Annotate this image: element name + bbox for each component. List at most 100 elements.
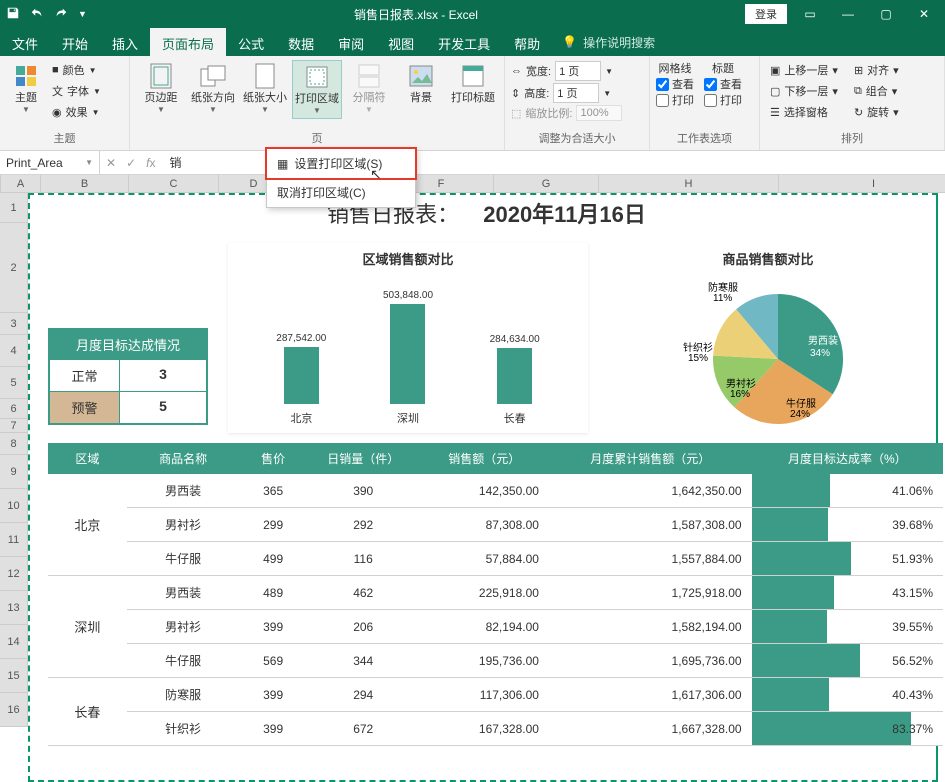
sheet-canvas[interactable]: 销售日报表： 2020年11月16日 月度目标达成情况 正常3 预警5 区域销售… bbox=[28, 193, 945, 782]
row-header[interactable]: 1 bbox=[0, 193, 28, 223]
send-backward-button[interactable]: ▢下移一层 ▾ bbox=[766, 81, 842, 101]
row-header[interactable]: 8 bbox=[0, 433, 28, 455]
title-bar: ▼ 销售日报表.xlsx - Excel 登录 ▭ — ▢ ✕ bbox=[0, 0, 945, 28]
row-header[interactable]: 4 bbox=[0, 335, 28, 367]
print-area-icon bbox=[303, 63, 331, 91]
tab-file[interactable]: 文件 bbox=[0, 28, 50, 56]
maximize-icon[interactable]: ▢ bbox=[871, 7, 901, 21]
status-summary-box: 月度目标达成情况 正常3 预警5 bbox=[48, 328, 208, 425]
rotate-icon: ↻ bbox=[854, 106, 863, 119]
row-header[interactable]: 9 bbox=[0, 455, 28, 489]
qat-more-icon[interactable]: ▼ bbox=[78, 9, 87, 19]
print-titles-icon bbox=[459, 62, 487, 90]
rotate-button[interactable]: ↻旋转 ▾ bbox=[850, 102, 903, 122]
selection-pane-button[interactable]: ☰选择窗格 bbox=[766, 102, 842, 122]
themes-button[interactable]: 主题▼ bbox=[6, 60, 46, 117]
pie-chart[interactable]: 商品销售额对比 男西装34% 牛仔服24% 男衬衫16% 针织衫15% 防寒服1… bbox=[608, 243, 928, 433]
col-header[interactable]: H bbox=[599, 175, 779, 192]
tab-insert[interactable]: 插入 bbox=[100, 28, 150, 56]
col-header[interactable]: B bbox=[41, 175, 129, 192]
arrange-group-label: 排列 bbox=[766, 128, 938, 148]
bring-forward-button[interactable]: ▣上移一层 ▾ bbox=[766, 60, 842, 80]
fonts-button[interactable]: 文字体 ▼ bbox=[48, 81, 105, 101]
bar-chart[interactable]: 区域销售额对比 287,542.00503,848.00284,634.00 北… bbox=[228, 243, 588, 433]
tab-review[interactable]: 审阅 bbox=[326, 28, 376, 56]
enter-icon[interactable]: ✓ bbox=[126, 156, 136, 170]
orientation-button[interactable]: 纸张方向▼ bbox=[188, 60, 238, 117]
svg-text:男西装: 男西装 bbox=[808, 334, 838, 347]
col-header[interactable]: A bbox=[1, 175, 41, 192]
col-header[interactable]: I bbox=[779, 175, 945, 192]
headings-print-checkbox[interactable]: 打印 bbox=[704, 92, 742, 108]
scale-input[interactable]: 100% bbox=[576, 105, 622, 121]
tab-view[interactable]: 视图 bbox=[376, 28, 426, 56]
colors-button[interactable]: ■颜色 ▼ bbox=[48, 60, 105, 80]
row-header[interactable]: 12 bbox=[0, 557, 28, 591]
col-header[interactable]: C bbox=[129, 175, 219, 192]
login-button[interactable]: 登录 bbox=[745, 4, 787, 24]
undo-icon[interactable] bbox=[30, 6, 44, 23]
clear-print-area-item[interactable]: 取消打印区域(C) bbox=[267, 178, 415, 207]
tab-formulas[interactable]: 公式 bbox=[226, 28, 276, 56]
backward-icon: ▢ bbox=[770, 85, 780, 98]
gridlines-print-checkbox[interactable]: 打印 bbox=[656, 92, 694, 108]
effects-button[interactable]: ◉效果 ▼ bbox=[48, 102, 105, 122]
close-icon[interactable]: ✕ bbox=[909, 7, 939, 21]
set-print-area-item[interactable]: ▦设置打印区域(S) bbox=[265, 147, 417, 180]
breaks-button[interactable]: 分隔符▼ bbox=[344, 60, 394, 117]
row-header[interactable]: 15 bbox=[0, 659, 28, 693]
table-header: 区域 bbox=[48, 443, 127, 474]
row-header[interactable]: 14 bbox=[0, 625, 28, 659]
ribbon-options-icon[interactable]: ▭ bbox=[795, 7, 825, 21]
background-button[interactable]: 背景 bbox=[396, 60, 446, 107]
row-header[interactable]: 5 bbox=[0, 367, 28, 399]
fit-width-select[interactable]: 1 页 bbox=[555, 61, 601, 81]
col-header[interactable]: G bbox=[494, 175, 599, 192]
svg-text:24%: 24% bbox=[790, 409, 810, 420]
window-title: 销售日报表.xlsx - Excel bbox=[87, 6, 745, 23]
bar-chart-title: 区域销售额对比 bbox=[228, 243, 588, 274]
row-header[interactable]: 16 bbox=[0, 693, 28, 727]
tell-me-search[interactable]: 💡 操作说明搜索 bbox=[552, 28, 665, 56]
row-header[interactable]: 7 bbox=[0, 419, 28, 433]
quick-access-toolbar: ▼ bbox=[6, 6, 87, 23]
pie-chart-title: 商品销售额对比 bbox=[608, 243, 928, 274]
align-icon: ⊞ bbox=[854, 64, 863, 77]
size-button[interactable]: 纸张大小▼ bbox=[240, 60, 290, 117]
tab-help[interactable]: 帮助 bbox=[502, 28, 552, 56]
table-row: 男衬衫39920682,194.001,582,194.0039.55% bbox=[48, 610, 943, 644]
height-icon: ⇕ bbox=[511, 87, 520, 100]
row-header[interactable]: 13 bbox=[0, 591, 28, 625]
page-setup-group-label: 页 bbox=[136, 128, 498, 148]
save-icon[interactable] bbox=[6, 6, 20, 23]
group-button[interactable]: ⧉组合 ▾ bbox=[850, 81, 903, 101]
orientation-icon bbox=[199, 62, 227, 90]
headings-view-checkbox[interactable]: 查看 bbox=[704, 76, 742, 92]
table-row: 男衬衫29929287,308.001,587,308.0039.68% bbox=[48, 508, 943, 542]
tab-home[interactable]: 开始 bbox=[50, 28, 100, 56]
formula-input[interactable]: 销 bbox=[165, 154, 185, 171]
tab-page-layout[interactable]: 页面布局 bbox=[150, 28, 226, 56]
print-area-button[interactable]: 打印区域▼ bbox=[292, 60, 342, 119]
fonts-icon: 文 bbox=[52, 83, 63, 99]
minimize-icon[interactable]: — bbox=[833, 7, 863, 21]
name-box[interactable]: Print_Area▼ bbox=[0, 151, 100, 174]
margins-button[interactable]: 页边距▼ bbox=[136, 60, 186, 117]
row-header[interactable]: 3 bbox=[0, 313, 28, 335]
fx-icon[interactable]: fx bbox=[146, 156, 155, 170]
gridlines-view-checkbox[interactable]: 查看 bbox=[656, 76, 694, 92]
row-header[interactable]: 6 bbox=[0, 399, 28, 419]
row-header[interactable]: 11 bbox=[0, 523, 28, 557]
cancel-icon[interactable]: ✕ bbox=[106, 156, 116, 170]
width-icon: ⇔ bbox=[511, 65, 522, 77]
row-header[interactable]: 10 bbox=[0, 489, 28, 523]
redo-icon[interactable] bbox=[54, 6, 68, 23]
align-button[interactable]: ⊞对齐 ▾ bbox=[850, 60, 903, 80]
fit-height-select[interactable]: 1 页 bbox=[553, 83, 599, 103]
lightbulb-icon: 💡 bbox=[562, 35, 577, 49]
scale-group-label: 调整为合适大小 bbox=[511, 128, 643, 148]
print-titles-button[interactable]: 打印标题 bbox=[448, 60, 498, 107]
tab-data[interactable]: 数据 bbox=[276, 28, 326, 56]
row-header[interactable]: 2 bbox=[0, 223, 28, 313]
tab-developer[interactable]: 开发工具 bbox=[426, 28, 502, 56]
